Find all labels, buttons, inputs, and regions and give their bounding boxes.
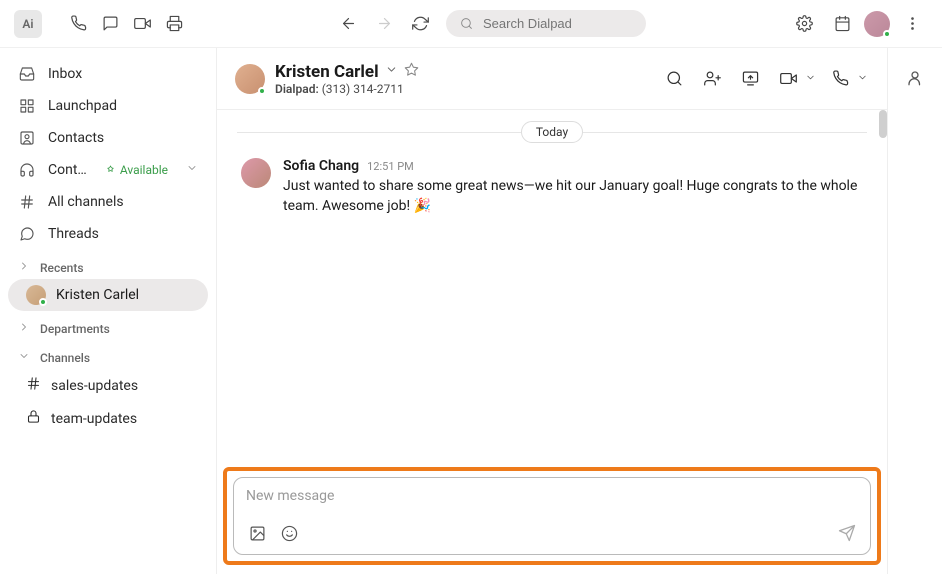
contact-phone: Dialpad: (313) 314-2711 xyxy=(275,82,419,96)
sidebar-item-threads[interactable]: Threads xyxy=(8,218,208,250)
departments-header[interactable]: Departments xyxy=(8,311,208,340)
chevron-down-icon[interactable] xyxy=(803,71,817,87)
app-logo[interactable]: Ai xyxy=(14,10,42,38)
send-icon[interactable] xyxy=(836,522,858,544)
sidebar-item-launchpad[interactable]: Launchpad xyxy=(8,90,208,122)
sidebar-label: Cont… xyxy=(48,162,87,178)
video-call-icon[interactable] xyxy=(773,64,803,94)
sidebar-item-all-channels[interactable]: All channels xyxy=(8,186,208,218)
sidebar-label: Inbox xyxy=(48,66,82,82)
sidebar-label: Threads xyxy=(48,226,99,242)
inbox-icon xyxy=(18,65,36,83)
channel-item[interactable]: team-updates xyxy=(8,402,208,435)
hash-icon xyxy=(18,193,36,211)
threads-icon xyxy=(18,225,36,243)
sidebar-label: Launchpad xyxy=(48,98,117,114)
channel-item[interactable]: sales-updates xyxy=(8,369,208,402)
chevron-right-icon xyxy=(18,260,32,275)
launchpad-icon xyxy=(18,97,36,115)
lock-icon xyxy=(26,409,41,428)
sidebar-item-contacts[interactable]: Contacts xyxy=(8,122,208,154)
search-icon xyxy=(460,16,473,31)
call-icon[interactable] xyxy=(825,64,855,94)
search-in-conversation-icon[interactable] xyxy=(659,64,689,94)
scrollbar[interactable] xyxy=(879,110,887,138)
sidebar-item-status[interactable]: Cont… Available xyxy=(8,154,208,186)
star-icon[interactable] xyxy=(404,62,419,81)
channel-name: sales-updates xyxy=(51,378,138,394)
emoji-icon[interactable] xyxy=(278,522,300,544)
message-time: 12:51 PM xyxy=(367,160,414,173)
nav-forward-icon[interactable] xyxy=(368,8,400,40)
attach-image-icon[interactable] xyxy=(246,522,268,544)
refresh-icon[interactable] xyxy=(404,8,436,40)
chevron-down-icon[interactable] xyxy=(385,63,398,80)
recents-header[interactable]: Recents xyxy=(8,250,208,279)
screen-share-icon[interactable] xyxy=(735,64,765,94)
chevron-down-icon xyxy=(18,350,32,365)
calendar-icon[interactable] xyxy=(826,8,858,40)
sidebar-item-inbox[interactable]: Inbox xyxy=(8,58,208,90)
contact-avatar[interactable] xyxy=(235,64,265,94)
contact-name: Kristen Carlel xyxy=(275,62,379,82)
message-avatar[interactable] xyxy=(241,158,271,188)
message: Sofia Chang 12:51 PM Just wanted to shar… xyxy=(217,154,887,221)
channel-name: team-updates xyxy=(51,411,137,427)
chevron-right-icon xyxy=(18,321,32,336)
composer-input[interactable]: New message xyxy=(246,488,858,508)
headset-icon xyxy=(18,161,36,179)
composer-highlight: New message xyxy=(223,467,881,565)
presence-status: Available xyxy=(105,163,168,177)
chevron-down-icon xyxy=(186,162,198,178)
date-divider: Today xyxy=(237,124,867,140)
hash-icon xyxy=(26,376,41,395)
recent-contact[interactable]: Kristen Carlel xyxy=(8,279,208,311)
channels-header[interactable]: Channels xyxy=(8,340,208,369)
phone-icon[interactable] xyxy=(62,8,94,40)
add-person-icon[interactable] xyxy=(697,64,727,94)
print-icon[interactable] xyxy=(158,8,190,40)
profile-panel-icon[interactable] xyxy=(899,62,931,94)
contacts-icon xyxy=(18,129,36,147)
chevron-down-icon[interactable] xyxy=(855,71,869,87)
message-text: Just wanted to share some great news—we … xyxy=(283,176,863,217)
search-input[interactable] xyxy=(446,10,646,37)
messages-icon[interactable] xyxy=(94,8,126,40)
sidebar-label: Contacts xyxy=(48,130,104,146)
nav-back-icon[interactable] xyxy=(332,8,364,40)
message-composer[interactable]: New message xyxy=(233,477,871,555)
more-icon[interactable] xyxy=(896,8,928,40)
sidebar-label: All channels xyxy=(48,194,124,210)
settings-icon[interactable] xyxy=(788,8,820,40)
message-author: Sofia Chang xyxy=(283,158,359,174)
video-icon[interactable] xyxy=(126,8,158,40)
user-avatar[interactable] xyxy=(864,11,890,37)
recent-name: Kristen Carlel xyxy=(56,287,139,303)
mini-avatar xyxy=(26,285,46,305)
